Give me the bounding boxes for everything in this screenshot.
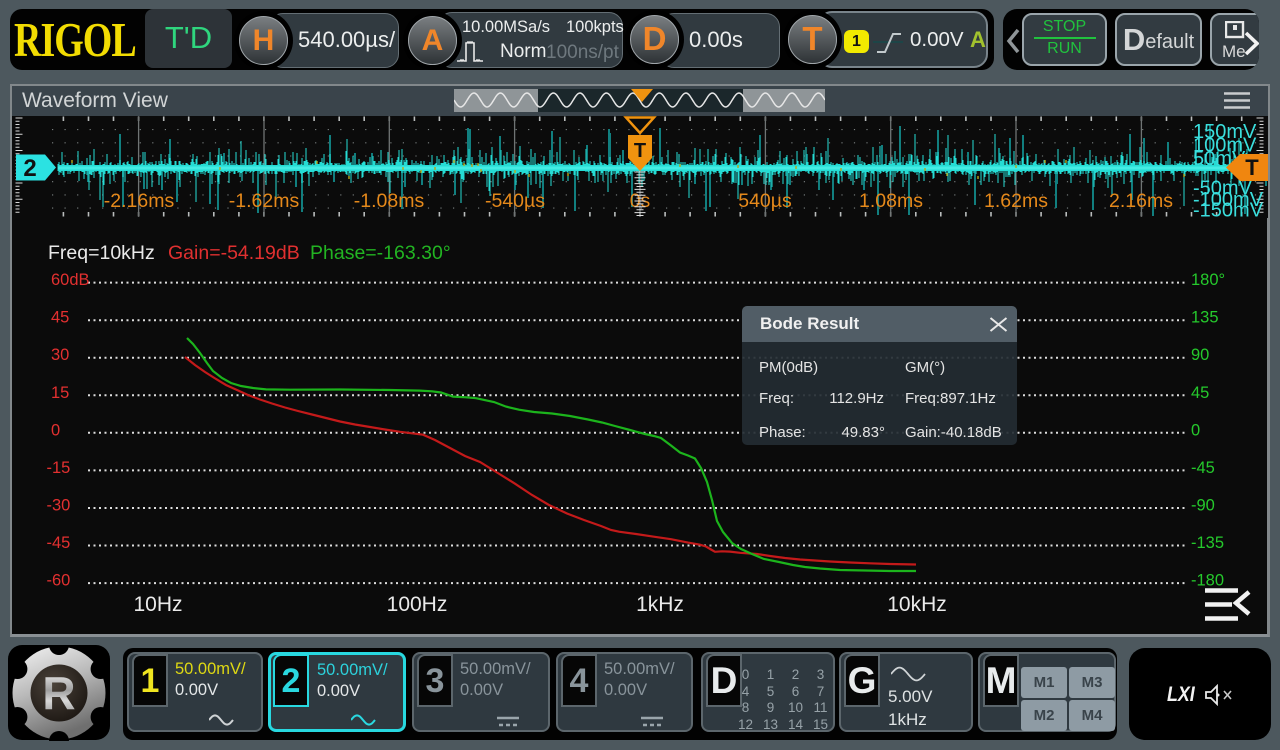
- svg-text:-1.08ms: -1.08ms: [354, 190, 425, 212]
- svg-text:-135: -135: [1191, 534, 1224, 552]
- svg-text:90: 90: [1191, 346, 1209, 364]
- svg-text:R: R: [42, 667, 75, 719]
- svg-text:540µs: 540µs: [738, 190, 792, 212]
- svg-text:-1.62ms: -1.62ms: [229, 190, 300, 212]
- svg-text:0: 0: [1191, 421, 1200, 439]
- svg-text:100Hz: 100Hz: [387, 593, 448, 616]
- svg-text:-2.16ms: -2.16ms: [104, 190, 175, 212]
- svg-text:-180: -180: [1191, 572, 1224, 590]
- svg-text:135: 135: [1191, 309, 1219, 327]
- svg-text:-540µs: -540µs: [485, 190, 545, 212]
- svg-text:Phase=-163.30°: Phase=-163.30°: [310, 242, 451, 264]
- svg-text:-45: -45: [1191, 459, 1215, 477]
- svg-text:1kHz: 1kHz: [636, 593, 684, 616]
- svg-text:45: 45: [1191, 384, 1209, 402]
- svg-text:Gain=-54.19dB: Gain=-54.19dB: [168, 242, 300, 264]
- svg-text:-15: -15: [47, 459, 71, 477]
- svg-text:10Hz: 10Hz: [133, 593, 182, 616]
- svg-text:1.62ms: 1.62ms: [984, 190, 1048, 212]
- svg-text:10kHz: 10kHz: [887, 593, 947, 616]
- svg-text:Freq=10kHz: Freq=10kHz: [48, 242, 155, 264]
- svg-text:180°: 180°: [1191, 271, 1225, 289]
- svg-text:-150mV: -150mV: [1193, 200, 1264, 219]
- svg-text:0: 0: [51, 421, 60, 439]
- svg-text:T: T: [1245, 155, 1259, 180]
- svg-text:2.16ms: 2.16ms: [1109, 190, 1173, 212]
- svg-text:1.08ms: 1.08ms: [859, 190, 923, 212]
- svg-text:-90: -90: [1191, 497, 1215, 515]
- svg-text:45: 45: [51, 309, 69, 327]
- svg-text:T: T: [634, 140, 646, 162]
- svg-text:2: 2: [23, 155, 36, 182]
- svg-text:-45: -45: [47, 534, 71, 552]
- svg-text:30: 30: [51, 346, 69, 364]
- svg-text:15: 15: [51, 384, 69, 402]
- svg-text:-60: -60: [47, 572, 71, 590]
- svg-text:60dB: 60dB: [51, 271, 90, 289]
- svg-text:-30: -30: [47, 497, 71, 515]
